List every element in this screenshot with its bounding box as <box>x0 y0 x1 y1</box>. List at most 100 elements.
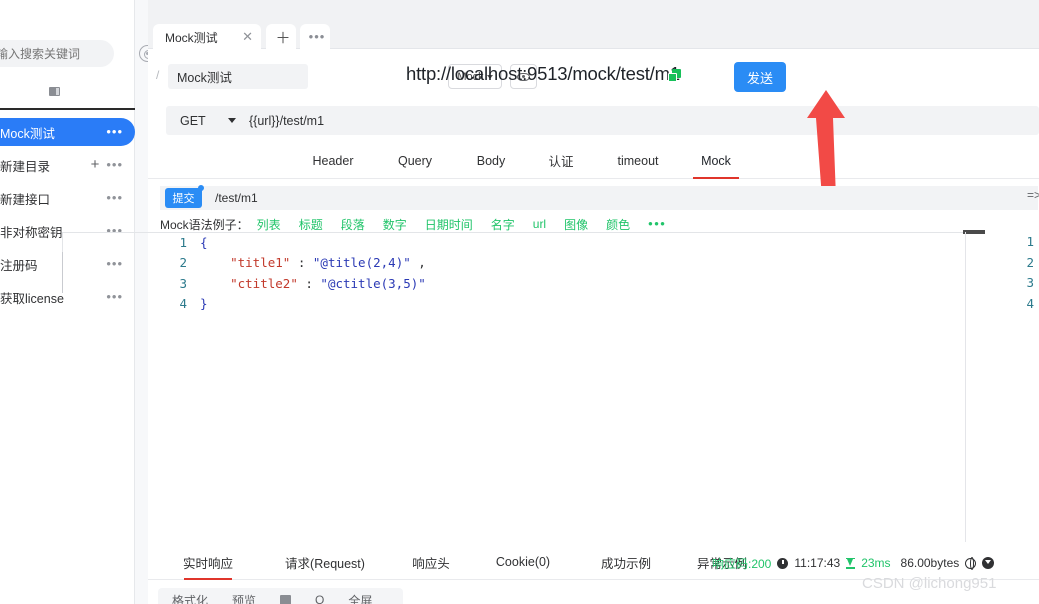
mock-code-editor[interactable]: 1 { 2 "title1" : "@title(2,4)" , 3 "ctit… <box>160 232 966 542</box>
json-colon: : <box>297 275 321 291</box>
method-url-bar[interactable]: GET {{url}}/test/m1 <box>166 106 1039 135</box>
syntax-link-number[interactable]: 数字 <box>383 216 407 233</box>
tab-label: 请求(Request) <box>285 556 365 571</box>
sidebar-item-label: 新建目录 <box>0 159 51 174</box>
sidebar-item-new-folder[interactable]: 新建目录 + ••• <box>0 151 135 179</box>
tab-header[interactable]: Header <box>298 143 368 178</box>
json-key: "ctitle2" <box>230 275 298 291</box>
tab-label: Header <box>312 153 354 168</box>
sidebar-list: Mock测试 ••• 新建目录 + ••• 新建接口 ••• 非对称密钥 •••… <box>0 118 135 316</box>
json-key: "title1" <box>230 255 291 271</box>
line-number: 2 <box>179 255 187 271</box>
json-comma: , <box>410 255 426 271</box>
globe-icon[interactable] <box>965 557 977 571</box>
address-row: / Mock测试 Mock http://localhost:9513/mock… <box>148 49 1039 105</box>
tab-mock[interactable]: Mock <box>686 143 746 178</box>
fullscreen-button[interactable]: 全屏 <box>348 592 372 604</box>
hourglass-icon <box>846 557 856 569</box>
copy-icon[interactable] <box>668 69 681 82</box>
line-number: 4 <box>179 296 187 312</box>
watermark: CSDN @lichong951 <box>862 575 997 592</box>
more-icon[interactable]: ••• <box>106 257 123 270</box>
line-number: 1 <box>1026 234 1034 249</box>
more-icon[interactable]: ••• <box>106 191 123 204</box>
tab-label: Cookie(0) <box>495 555 551 569</box>
syntax-link-name[interactable]: 名字 <box>491 216 515 233</box>
editor-line: 3 "ctitle2" : "@ctitle(3,5)" <box>160 273 965 294</box>
search-input[interactable] <box>0 46 139 61</box>
syntax-link-title[interactable]: 标题 <box>299 216 323 233</box>
line-number: 4 <box>1026 295 1034 311</box>
chevron-down-icon[interactable] <box>228 118 236 123</box>
more-icon[interactable]: ••• <box>106 125 123 138</box>
send-button[interactable]: 发送 <box>734 62 786 92</box>
sidebar: Mock测试 ••• 新建目录 + ••• 新建接口 ••• 非对称密钥 •••… <box>0 0 156 604</box>
line-number: 3 <box>1026 275 1034 290</box>
tab-timeout[interactable]: timeout <box>598 143 678 178</box>
tab-query[interactable]: Query <box>380 143 450 178</box>
more-icon[interactable]: ••• <box>106 290 123 303</box>
syntax-link-image[interactable]: 图像 <box>564 216 588 233</box>
copy-icon[interactable] <box>280 595 292 604</box>
tab-mock-test[interactable]: Mock测试 ✕ <box>153 24 261 50</box>
syntax-link-more[interactable]: ••• <box>648 217 666 230</box>
tab-live-response[interactable]: 实时响应 <box>158 545 258 579</box>
submit-button[interactable]: 提交 <box>165 185 204 208</box>
preview-button[interactable]: 预览 <box>232 592 256 604</box>
status-code-badge: 响应码:200 <box>712 556 772 571</box>
sidebar-item-new-api[interactable]: 新建接口 ••• <box>0 184 135 212</box>
syntax-link-paragraph[interactable]: 段落 <box>341 216 365 233</box>
sidebar-item-label: 新建接口 <box>0 192 51 207</box>
sidebar-item-label: 注册码 <box>0 258 38 273</box>
tab-cookie[interactable]: Cookie(0) <box>478 545 568 579</box>
breadcrumb: / <box>156 68 160 82</box>
format-button[interactable]: 格式化 <box>172 592 208 604</box>
app-root: Mock测试 ••• 新建目录 + ••• 新建接口 ••• 非对称密钥 •••… <box>0 0 1039 604</box>
syntax-link-url[interactable]: url <box>533 217 546 231</box>
tab-auth[interactable]: 认证 <box>526 143 596 178</box>
expand-arrow-icon[interactable]: => <box>1027 188 1039 202</box>
sidebar-item-mock-test[interactable]: Mock测试 ••• <box>0 118 135 146</box>
line-number: 3 <box>179 275 187 291</box>
sidebar-item-register-code[interactable]: 注册码 ••• <box>0 250 135 278</box>
close-icon[interactable]: ✕ <box>242 30 253 43</box>
plus-icon[interactable]: + <box>91 157 100 172</box>
tab-success-example[interactable]: 成功示例 <box>586 545 666 579</box>
response-toolbar: 格式化 预览 Q 全屏 <box>158 588 403 604</box>
syntax-link-list[interactable]: 列表 <box>257 216 281 233</box>
tab-request[interactable]: 请求(Request) <box>270 545 380 579</box>
download-icon[interactable] <box>982 557 995 569</box>
more-icon[interactable]: ••• <box>106 224 123 237</box>
more-icon: ••• <box>308 29 326 44</box>
url-template-value: {{url}}/test/m1 <box>249 113 325 128</box>
mock-syntax-examples: Mock语法例子： 列表 标题 段落 数字 日期时间 名字 url 图像 颜色 … <box>160 215 684 233</box>
tab-label: 响应头 <box>412 556 450 571</box>
tab-more-button[interactable]: ••• <box>300 24 330 50</box>
badge-dot <box>198 185 204 191</box>
tab-body[interactable]: Body <box>456 143 526 178</box>
add-tab-button[interactable]: ＋ <box>266 24 296 50</box>
syntax-link-color[interactable]: 颜色 <box>606 216 630 233</box>
json-value: "@title(2,4)" <box>312 255 411 271</box>
json-colon: : <box>290 255 313 271</box>
submit-label: 提交 <box>172 193 195 205</box>
tab-label: Body <box>476 153 506 168</box>
tab-response-headers[interactable]: 响应头 <box>396 545 466 579</box>
tab-label: 成功示例 <box>600 556 651 571</box>
http-method-value: GET <box>180 113 206 128</box>
syntax-link-datetime[interactable]: 日期时间 <box>425 216 473 233</box>
tab-label: Mock <box>701 153 731 168</box>
api-name-field[interactable]: Mock测试 <box>168 64 308 89</box>
sidebar-item-get-license[interactable]: 获取license ••• <box>0 283 135 311</box>
more-icon[interactable]: ••• <box>106 158 123 171</box>
sidebar-item-label: 获取license <box>0 291 64 306</box>
search-icon[interactable]: Q <box>315 593 324 604</box>
sidebar-item-asymmetric-key[interactable]: 非对称密钥 ••• <box>0 217 135 245</box>
line-number: 1 <box>179 234 187 250</box>
sidebar-folder-row[interactable] <box>0 80 135 102</box>
editor-scrollbar-thumb[interactable] <box>963 230 985 234</box>
sidebar-item-label: Mock测试 <box>0 126 55 141</box>
editor-line: 4 } <box>160 294 965 315</box>
sidebar-search[interactable] <box>0 40 156 67</box>
